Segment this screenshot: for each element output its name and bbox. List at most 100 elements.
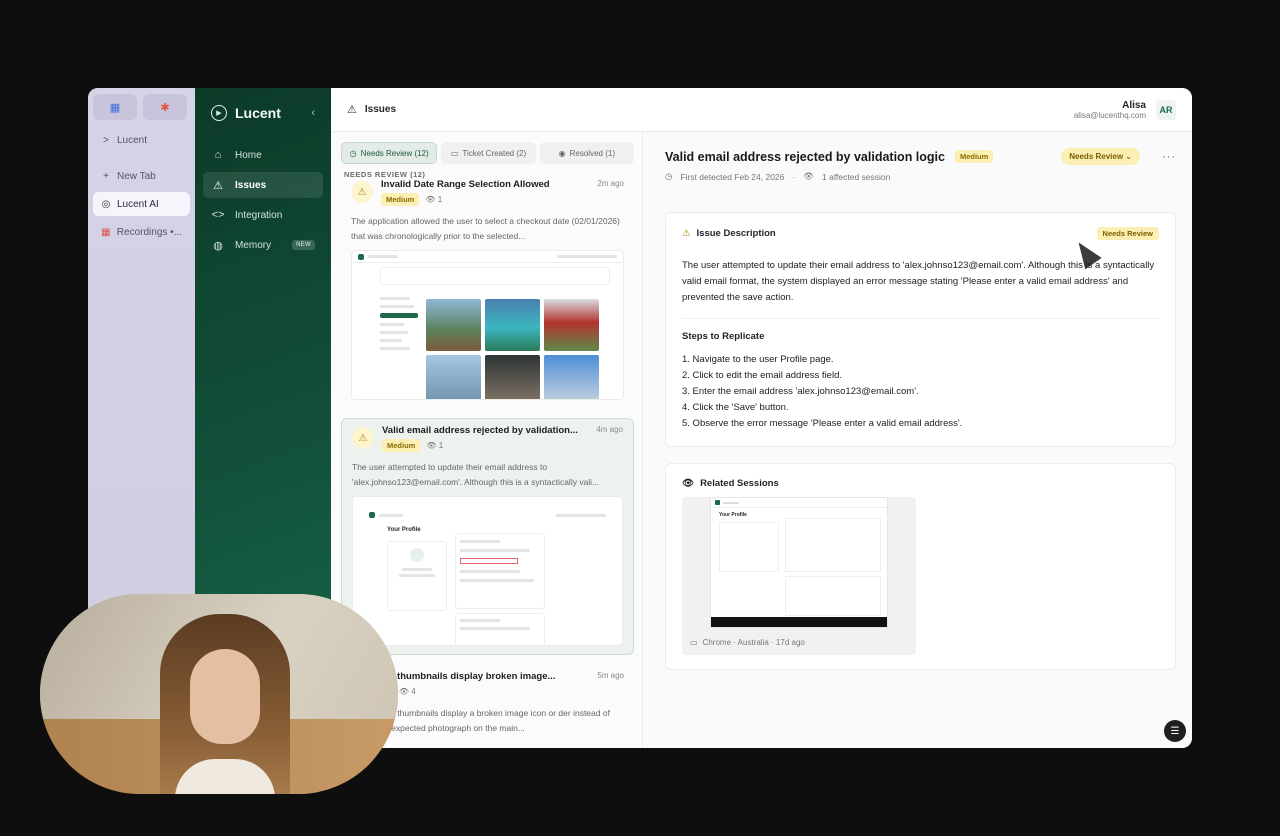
steps-heading: Steps to Replicate <box>682 331 765 342</box>
status-badge: Needs Review <box>1096 227 1159 240</box>
clock-icon: ◷ <box>349 148 357 158</box>
related-sessions-panel: 👁 Related Sessions Your Profile ▭ Chrome… <box>665 463 1176 670</box>
avatar[interactable]: AR <box>1156 99 1176 120</box>
page-title-text: Issues <box>364 104 397 115</box>
panel-heading: Issue Description <box>696 228 776 239</box>
filter-needs-review[interactable]: ◷ Needs Review (12) <box>341 142 438 164</box>
status-dropdown[interactable]: Needs Review ⌄ <box>1061 148 1140 165</box>
issue-meta: ◷ First detected Feb 24, 2026 · 👁 1 affe… <box>665 171 891 182</box>
related-session-card[interactable]: Your Profile ▭ Chrome · Australia · 17d … <box>682 497 916 655</box>
check-circle-icon: ◉ <box>558 148 566 158</box>
warning-icon: ⚠ <box>682 228 691 239</box>
user-name: Alisa <box>1122 99 1146 111</box>
user-email: alisa@lucenthq.com <box>1073 110 1146 120</box>
views-count: 👁 1 <box>425 195 443 204</box>
browser-tab-lucent-ai[interactable]: ◎ Lucent AI <box>93 192 190 216</box>
step-item: 2. Click to edit the email address field… <box>682 370 842 381</box>
severity-badge: Medium <box>954 150 994 163</box>
recordings-icon: ▦ <box>101 226 111 238</box>
tab-label: Lucent AI <box>117 198 159 210</box>
browser-tab-lucent[interactable]: > Lucent <box>93 128 190 152</box>
views-count: 👁 4 <box>398 687 416 696</box>
menu-fab-icon[interactable]: ☰ <box>1164 720 1186 742</box>
session-meta: ▭ Chrome · Australia · 17d ago <box>690 638 805 647</box>
globe-icon: ◍ <box>213 239 223 252</box>
issue-description-panel: ⚠ Issue Description Needs Review The use… <box>665 212 1176 447</box>
session-preview: Your Profile <box>710 497 888 628</box>
sidebar-item-issues[interactable]: ⚠ Issues <box>203 172 323 198</box>
affected-sessions: 1 affected session <box>822 171 891 182</box>
top-bar: ⚠ Issues Alisa alisa@lucenthq.com AR <box>331 88 1192 132</box>
app-icon: ✱ <box>160 101 170 114</box>
calendar-icon: ▦ <box>109 101 121 114</box>
user-menu[interactable]: Alisa alisa@lucenthq.com AR <box>1073 99 1176 120</box>
sidebar-item-label: Home <box>235 149 262 161</box>
severity-badge: Medium <box>382 439 421 452</box>
webcam-overlay <box>40 594 398 794</box>
issue-time: 5m ago <box>597 671 624 680</box>
collapse-sidebar-icon[interactable]: ‹ <box>311 107 315 119</box>
lucent-logo-icon: ▶ <box>211 105 227 121</box>
issue-description: The application allowed the user to sele… <box>351 216 620 241</box>
brand-name: Lucent <box>235 105 281 121</box>
step-item: 3. Enter the email address 'alex.johnso1… <box>682 386 919 397</box>
sidebar-item-memory[interactable]: ◍ Memory NEW <box>203 232 323 258</box>
issue-detail: Valid email address rejected by validati… <box>643 132 1192 748</box>
tab-label: Recordings •... <box>116 226 182 238</box>
warning-icon: ⚠ <box>347 104 357 116</box>
filter-label: Resolved (1) <box>569 148 615 158</box>
eye-icon: 👁 <box>803 171 815 181</box>
tab-label: New Tab <box>117 170 156 182</box>
main-area: ⚠ Issues Alisa alisa@lucenthq.com AR ◷ N… <box>331 88 1192 748</box>
severity-badge: Medium <box>381 193 420 206</box>
filter-ticket-created[interactable]: ▭ Ticket Created (2) <box>441 142 536 164</box>
issue-title: ting thumbnails display broken image... <box>377 671 556 682</box>
steps-list: 1. Navigate to the user Profile page. 2.… <box>682 352 1159 432</box>
chevron-down-icon: ⌄ <box>1125 152 1132 161</box>
pinned-calendar-tab[interactable]: ▦ <box>93 94 137 120</box>
ticket-icon: ▭ <box>450 148 459 158</box>
video-icon: ▭ <box>690 638 698 647</box>
lucent-logo-icon: ◎ <box>101 198 111 210</box>
chevron-right-icon: > <box>103 134 109 146</box>
warning-icon: ⚠ <box>351 181 373 203</box>
sidebar-item-home[interactable]: ⌂ Home <box>203 142 323 168</box>
issue-description: The user attempted to update their email… <box>352 462 600 487</box>
session-meta-text: Chrome · Australia · 17d ago <box>702 638 805 647</box>
pinned-app-tab[interactable]: ✱ <box>143 94 187 120</box>
sidebar-item-label: Integration <box>235 209 283 221</box>
sidebar-item-label: Memory <box>235 239 272 251</box>
issue-time: 2m ago <box>597 179 624 188</box>
new-badge: NEW <box>292 240 315 250</box>
sidebar-item-integration[interactable]: <> Integration <box>203 202 323 228</box>
first-detected: First detected Feb 24, 2026 <box>680 171 785 182</box>
filter-label: Needs Review (12) <box>360 148 429 158</box>
warning-icon: ⚠ <box>352 427 374 449</box>
issue-card[interactable]: ⚠ Invalid Date Range Selection Allowed M… <box>341 173 634 408</box>
issue-detail-title: Valid email address rejected by validati… <box>665 149 945 164</box>
more-options-icon[interactable]: ··· <box>1162 151 1176 163</box>
step-item: 5. Observe the error message 'Please ent… <box>682 418 963 429</box>
filter-resolved[interactable]: ◉ Resolved (1) <box>539 142 634 164</box>
step-item: 4. Click the 'Save' button. <box>682 402 789 413</box>
sidebar-item-label: Issues <box>235 179 267 191</box>
plus-icon: + <box>103 170 109 182</box>
page-title: ⚠ Issues <box>347 103 396 116</box>
warning-icon: ⚠ <box>213 179 223 192</box>
issue-title: Invalid Date Range Selection Allowed <box>381 179 550 190</box>
listing-photos <box>426 299 599 399</box>
panel-heading: Related Sessions <box>700 478 779 489</box>
eye-icon: 👁 <box>682 478 695 489</box>
browser-tab-recordings[interactable]: ▦ Recordings •... <box>93 220 190 244</box>
code-icon: <> <box>211 209 225 221</box>
session-thumbnail[interactable] <box>351 250 624 400</box>
issue-description: sting thumbnails display a broken image … <box>377 708 610 733</box>
brand: ▶ Lucent ‹ <box>203 102 323 124</box>
clock-icon: ◷ <box>665 171 673 181</box>
filter-label: Ticket Created (2) <box>462 148 527 158</box>
browser-new-tab[interactable]: + New Tab <box>93 164 190 188</box>
step-item: 1. Navigate to the user Profile page. <box>682 354 834 365</box>
issue-time: 4m ago <box>596 425 623 434</box>
status-filters: ◷ Needs Review (12) ▭ Ticket Created (2)… <box>341 142 634 164</box>
tab-label: Lucent <box>117 134 148 146</box>
